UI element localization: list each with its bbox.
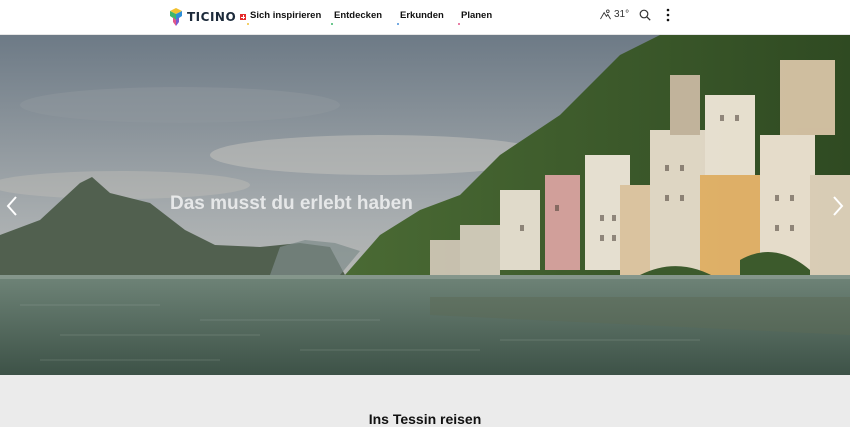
site-header: TICINO Sich inspirieren Entdecken Erkund…	[0, 0, 850, 35]
ticino-logo[interactable]: TICINO	[168, 8, 247, 26]
search-icon[interactable]	[639, 9, 651, 21]
nav-item-planen[interactable]: Planen	[458, 10, 493, 25]
hero-carousel: Das musst du erlebt haben	[0, 35, 850, 375]
nav-label: Entdecken	[334, 10, 383, 21]
nav-dot	[397, 23, 399, 25]
nav-dot	[458, 23, 460, 25]
nav-item-erkunden[interactable]: Erkunden	[397, 10, 444, 25]
section-title: Ins Tessin reisen	[368, 411, 482, 427]
nav-dot	[331, 23, 333, 25]
logo-mark-icon	[170, 8, 182, 26]
chevron-right-icon[interactable]	[830, 195, 846, 217]
weather-widget[interactable]: 31°	[600, 9, 629, 20]
nav-item-sich-inspirieren[interactable]: Sich inspirieren	[247, 10, 322, 25]
nav-label: Sich inspirieren	[250, 10, 322, 21]
swiss-flag-icon	[240, 14, 247, 20]
more-vertical-icon[interactable]	[663, 8, 673, 22]
hero-title: Das musst du erlebt haben	[170, 193, 413, 214]
nav-item-entdecken[interactable]: Entdecken	[331, 10, 383, 25]
chevron-left-icon[interactable]	[4, 195, 20, 217]
mountain-sun-icon	[600, 9, 611, 20]
logo-text: TICINO	[187, 10, 237, 24]
nav-dot	[247, 23, 249, 25]
travel-section: Ins Tessin reisen	[0, 375, 850, 427]
nav-label: Erkunden	[400, 10, 444, 21]
nav-label: Planen	[461, 10, 493, 21]
temperature: 31°	[614, 9, 630, 20]
